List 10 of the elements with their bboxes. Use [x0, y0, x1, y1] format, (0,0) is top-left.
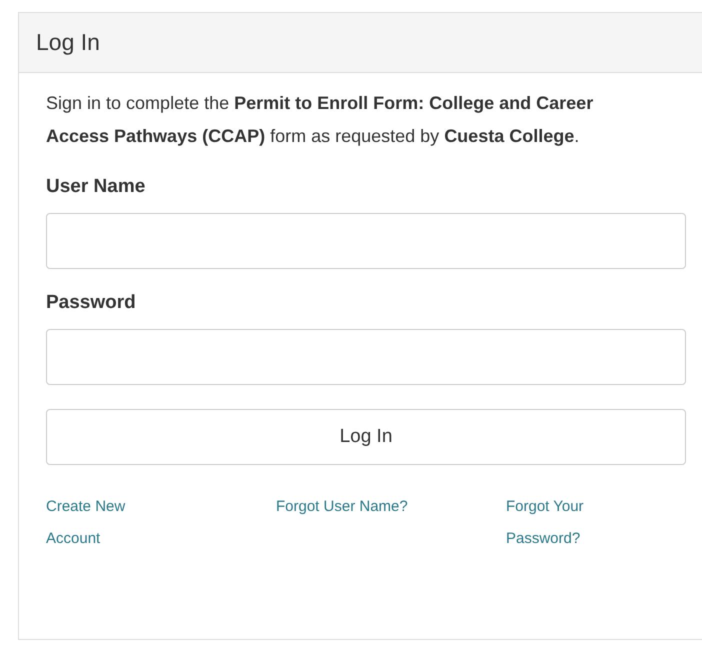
- input-field[interactable]: [46, 329, 686, 385]
- field-label: Password: [46, 291, 136, 315]
- account-link[interactable]: Forgot User Name?: [276, 491, 476, 523]
- account-link[interactable]: Create New Account: [46, 491, 166, 555]
- panel-title: Log In: [36, 28, 100, 58]
- field-label: User Name: [46, 175, 146, 199]
- input-field[interactable]: [46, 213, 686, 269]
- account-link[interactable]: Forgot Your Password?: [506, 491, 626, 555]
- login-button[interactable]: Log In: [46, 409, 686, 465]
- intro-text: Sign in to complete the Permit to Enroll Form: College and Career Access Pathways (CCAP) form as requested by Cuesta College.: [46, 92, 594, 148]
